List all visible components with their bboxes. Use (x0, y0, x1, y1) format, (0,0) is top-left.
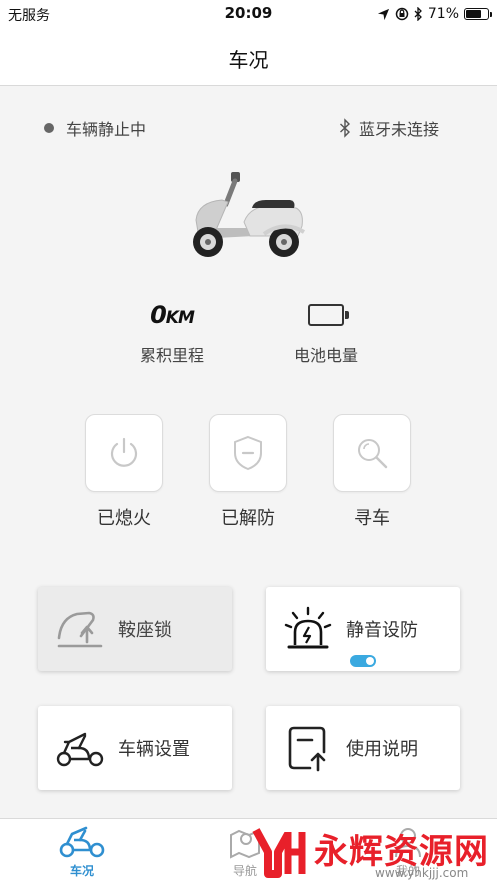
motion-status-label: 车辆静止中 (66, 120, 147, 139)
status-dot-icon (44, 123, 54, 133)
seat-lock-button[interactable]: 鞍座锁 (38, 587, 232, 671)
motion-status: 车辆静止中 (44, 116, 146, 140)
battery-percent: 71% (427, 6, 459, 22)
navigation-bar: 车况 (0, 28, 497, 86)
manual-label: 使用说明 (346, 739, 418, 760)
arm-label: 已解防 (221, 508, 275, 529)
find-control[interactable]: 寻车 (332, 414, 412, 530)
silent-arm-toggle[interactable] (350, 655, 376, 667)
watermark-url: www.yhkjjj.com (375, 866, 469, 880)
mileage-stat: 0KM 累积里程 (112, 298, 232, 366)
arm-button[interactable] (209, 414, 287, 492)
tab-status[interactable]: 车况 (37, 825, 127, 879)
scooter-icon (59, 826, 105, 858)
manual-button[interactable]: 使用说明 (266, 706, 460, 790)
vehicle-settings-button[interactable]: 车辆设置 (38, 706, 232, 790)
silent-arm-button[interactable]: 静音设防 (266, 587, 460, 671)
bluetooth-status: 蓝牙未连接 (339, 116, 439, 140)
status-bar: 无服务 20:09 71% (0, 0, 497, 28)
mileage-label: 累积里程 (139, 346, 204, 365)
siren-icon (284, 606, 332, 649)
bluetooth-icon (340, 118, 350, 138)
search-icon (358, 439, 388, 469)
arm-control[interactable]: 已解防 (208, 414, 288, 530)
seat-lock-icon (57, 611, 103, 648)
bluetooth-status-label: 蓝牙未连接 (358, 120, 439, 139)
ignition-label: 已熄火 (97, 508, 151, 529)
scooter-illustration (193, 172, 306, 257)
seat-lock-label: 鞍座锁 (118, 620, 172, 641)
vehicle-settings-label: 车辆设置 (118, 739, 190, 760)
location-arrow-icon (377, 8, 389, 20)
ignition-control[interactable]: 已熄火 (84, 414, 164, 530)
stats-row: 0KM 累积里程 电池电量 (0, 298, 497, 368)
status-icons: 71% (377, 5, 492, 23)
ignition-button[interactable] (85, 414, 163, 492)
watermark-logo-icon (252, 828, 306, 878)
battery-stat: 电池电量 (266, 298, 386, 366)
scooter-outline-icon (56, 732, 104, 767)
watermark-text: 永辉资源网 (314, 832, 489, 872)
battery-level-icon (308, 304, 349, 326)
find-button[interactable] (333, 414, 411, 492)
shield-icon (234, 435, 262, 471)
battery-icon (464, 8, 492, 20)
tab-status-label: 车况 (69, 864, 94, 878)
manual-icon (288, 726, 326, 772)
rotation-lock-icon (395, 7, 409, 21)
silent-arm-label: 静音设防 (346, 620, 418, 641)
bluetooth-icon (414, 7, 422, 21)
battery-label: 电池电量 (293, 346, 358, 365)
power-icon (110, 437, 138, 467)
mileage-value: 0KM (150, 301, 195, 329)
find-label: 寻车 (354, 508, 390, 529)
vehicle-state-row: 车辆静止中 蓝牙未连接 (0, 112, 497, 140)
page-title: 车况 (228, 48, 269, 72)
